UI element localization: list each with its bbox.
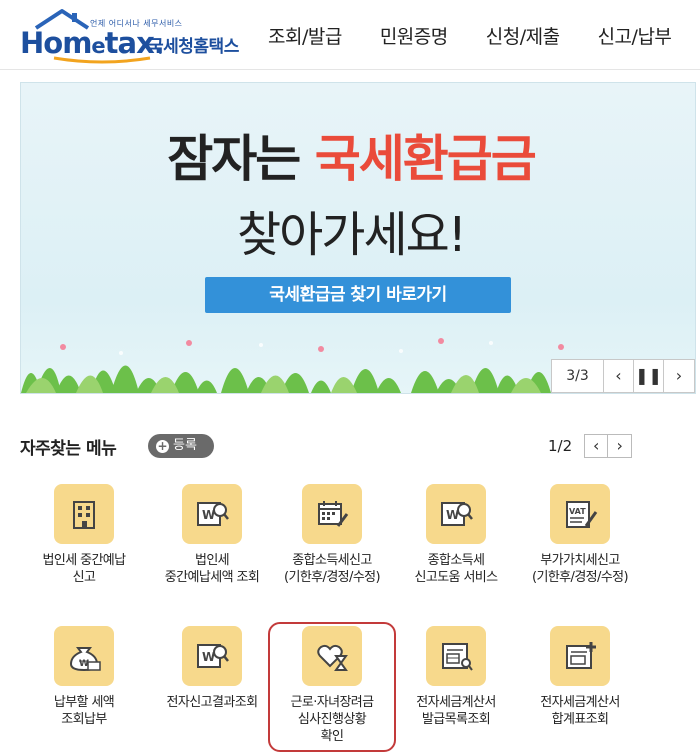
nav-report-pay[interactable]: 신고/납부 [598, 22, 672, 52]
calendar-pen-icon [302, 484, 362, 544]
banner-headline: 잠자는 국세환급금 [167, 130, 536, 188]
register-favorite-button[interactable]: + 등록 [148, 434, 214, 458]
menu-label-line: 부가가치세신고 [540, 553, 620, 568]
menu-e-invoice-issue-list[interactable]: 전자세금계산서발급목록조회 [392, 626, 520, 728]
svg-text:VAT: VAT [569, 507, 586, 516]
vat-document-icon: VAT [550, 484, 610, 544]
building-icon [54, 484, 114, 544]
nav-certificates[interactable]: 민원증명 [380, 22, 448, 52]
menu-label-line: (기한후/경정/수정) [283, 570, 381, 585]
menu-vat-report[interactable]: VAT 부가가치세신고 (기한후/경정/수정) [516, 484, 644, 586]
menu-label-line: 전자세금계산서 [416, 695, 496, 710]
favorites-title: 자주찾는 메뉴 [20, 439, 117, 459]
menu-global-income-tax-report[interactable]: 종합소득세신고 (기한후/경정/수정) [268, 484, 396, 586]
invoice-search-icon [426, 626, 486, 686]
favorites-pager: 1/2 ‹ › [548, 434, 633, 458]
menu-label-line: 조회납부 [61, 712, 107, 727]
menu-corporate-interim-prepayment[interactable]: 법인세 중간예납신고 [20, 484, 148, 586]
menu-corporate-interim-tax-inquiry[interactable]: W 법인세중간예납세액 조회 [148, 484, 276, 586]
chevron-right-icon[interactable]: › [664, 360, 694, 392]
banner-page-indicator: 3/3 [552, 360, 604, 392]
menu-label-line: 종합소득세신고 [292, 553, 372, 568]
logo-subtitle: 국세청홈택스 [148, 37, 239, 57]
menu-label-line: 합계표조회 [551, 712, 609, 727]
pause-icon[interactable]: ❚❚ [634, 360, 664, 392]
won-document-search-icon: W [426, 484, 486, 544]
chevron-left-icon[interactable]: ‹ [584, 434, 609, 458]
nav-apply-submit[interactable]: 신청/제출 [486, 22, 560, 52]
menu-label-line: 종합소득세 [427, 553, 485, 568]
menu-label-line: (기한후/경정/수정) [531, 570, 629, 585]
banner-subheadline: 찾아가세요! [236, 207, 467, 263]
plus-icon: + [156, 439, 169, 453]
money-bag-icon: ₩ [54, 626, 114, 686]
won-document-search-icon: W [182, 484, 242, 544]
refund-search-button[interactable]: 국세환급금 찾기 바로가기 [205, 277, 511, 313]
menu-label-line: 신고 [72, 570, 96, 585]
promo-banner[interactable]: 잠자는 국세환급금 찾아가세요! 국세환급금 찾기 바로가기 3/3 ‹ ❚❚ … [20, 82, 696, 394]
menu-label-line: 중간예납세액 조회 [164, 570, 260, 585]
menu-label-line: 납부할 세액 [53, 695, 115, 710]
nav-inquiry-issue[interactable]: 조회/발급 [268, 22, 342, 52]
menu-label-line: 전자신고결과조회 [166, 695, 258, 710]
favorites-page-indicator: 1/2 [548, 437, 573, 455]
main-nav: 조회/발급 민원증명 신청/제출 신고/납부 [268, 22, 700, 52]
menu-label-line: 법인세 [194, 553, 230, 568]
hometax-logo[interactable]: 언제 어디서나 세무서비스 Hometax. 국세청홈택스 [18, 8, 248, 64]
menu-label-line: 법인세 중간예납 [42, 553, 126, 568]
menu-label-line: 신고도움 서비스 [414, 570, 498, 585]
logo-wordmark: Hometax. [20, 26, 165, 60]
menu-label-line: 전자세금계산서 [540, 695, 620, 710]
chevron-right-icon[interactable]: › [608, 434, 633, 458]
menu-e-invoice-summary[interactable]: 전자세금계산서합계표조회 [516, 626, 644, 728]
invoice-plus-icon [550, 626, 610, 686]
highlight-annotation [268, 622, 396, 752]
register-label: 등록 [173, 438, 197, 453]
logo-swoosh-icon [53, 56, 151, 64]
menu-tax-payment-inquiry[interactable]: ₩ 납부할 세액조회납부 [20, 626, 148, 728]
won-document-search-icon: W [182, 626, 242, 686]
chevron-left-icon[interactable]: ‹ [604, 360, 634, 392]
banner-controls: 3/3 ‹ ❚❚ › [551, 359, 695, 393]
menu-e-filing-result[interactable]: W 전자신고결과조회 [148, 626, 276, 711]
header: 언제 어디서나 세무서비스 Hometax. 국세청홈택스 조회/발급 민원증명… [0, 0, 700, 70]
menu-global-income-tax-help[interactable]: W 종합소득세신고도움 서비스 [392, 484, 520, 586]
menu-label-line: 발급목록조회 [421, 712, 491, 727]
